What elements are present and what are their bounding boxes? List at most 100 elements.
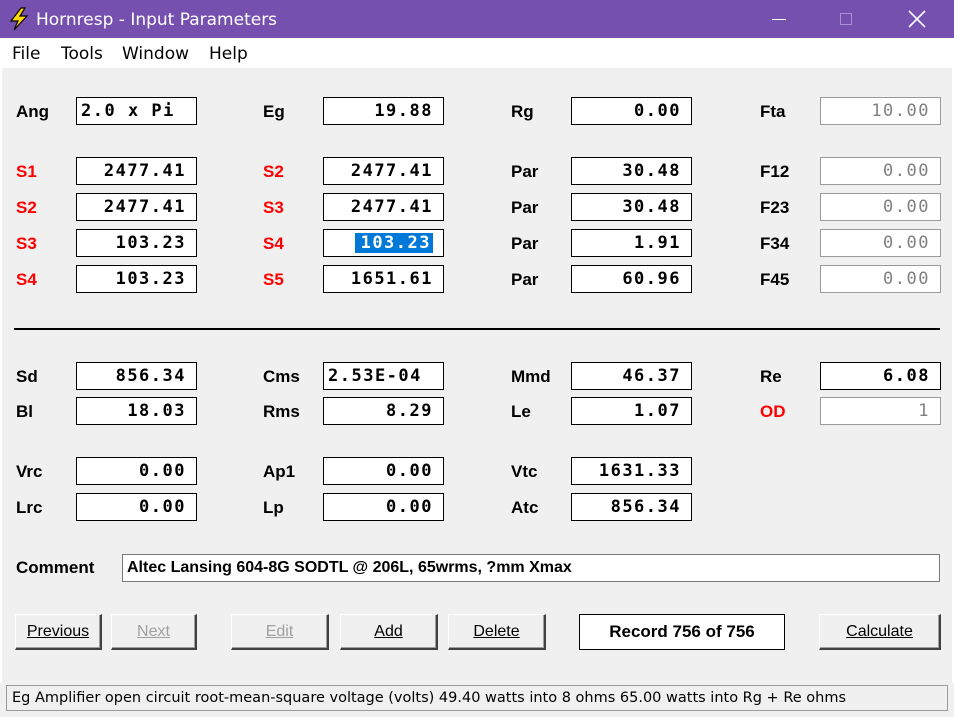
s2-field[interactable]: 2477.41 — [76, 193, 197, 221]
delete-label: Delete — [473, 623, 520, 640]
label-re: Re — [760, 367, 782, 386]
label-s3: S3 — [263, 198, 284, 217]
label-od: OD — [760, 402, 786, 421]
close-button[interactable] — [896, 0, 942, 38]
eg-field[interactable]: 19.88 — [323, 97, 444, 125]
separator-line — [14, 328, 940, 330]
s2-field[interactable]: 2477.41 — [323, 157, 444, 185]
s1-field[interactable]: 2477.41 — [76, 157, 197, 185]
status-text: Eg Amplifier open circuit root-mean-squa… — [6, 685, 948, 711]
label-s4: S4 — [263, 234, 284, 253]
next-label: Next — [137, 623, 170, 640]
vrc-field[interactable]: 0.00 — [76, 457, 197, 485]
s4-field-selected[interactable]: 103.23 — [323, 229, 444, 257]
status-bar: Eg Amplifier open circuit root-mean-squa… — [0, 683, 954, 717]
close-icon — [908, 10, 926, 28]
s5-field[interactable]: 1651.61 — [323, 265, 444, 293]
minimize-icon — [772, 19, 786, 20]
bl-field[interactable]: 18.03 — [76, 397, 197, 425]
s3-field[interactable]: 103.23 — [76, 229, 197, 257]
f45-field[interactable]: 0.00 — [820, 265, 941, 293]
menu-tools[interactable]: Tools — [61, 44, 103, 64]
label-s2: S2 — [263, 162, 284, 181]
menu-window[interactable]: Window — [122, 44, 189, 64]
window-title: Hornresp - Input Parameters — [36, 10, 278, 30]
label-mmd: Mmd — [511, 367, 551, 386]
label-s5: S5 — [263, 270, 284, 289]
rg-field[interactable]: 0.00 — [571, 97, 692, 125]
label-cms: Cms — [263, 367, 300, 386]
sd-field[interactable]: 856.34 — [76, 362, 197, 390]
s3-field[interactable]: 2477.41 — [323, 193, 444, 221]
label-ap1: Ap1 — [263, 462, 296, 481]
vtc-field[interactable]: 1631.33 — [571, 457, 692, 485]
fta-field[interactable]: 10.00 — [820, 97, 941, 125]
previous-button[interactable]: Previous — [15, 614, 102, 650]
ang-field[interactable]: 2.0 x Pi — [76, 97, 197, 125]
cms-field[interactable]: 2.53E-04 — [323, 362, 444, 390]
label-ang: Ang — [16, 102, 50, 121]
mmd-field[interactable]: 46.37 — [571, 362, 692, 390]
s4-field[interactable]: 103.23 — [76, 265, 197, 293]
label-s1: S1 — [16, 162, 37, 181]
edit-label: Edit — [265, 623, 294, 640]
le-field[interactable]: 1.07 — [571, 397, 692, 425]
label-bl: Bl — [16, 402, 33, 421]
calculate-label: Calculate — [846, 623, 913, 640]
next-button[interactable]: Next — [111, 614, 197, 650]
rms-field[interactable]: 8.29 — [323, 397, 444, 425]
atc-field[interactable]: 856.34 — [571, 493, 692, 521]
f34-field[interactable]: 0.00 — [820, 229, 941, 257]
label-par: Par — [511, 198, 539, 217]
par-field[interactable]: 60.96 — [571, 265, 692, 293]
label-s2: S2 — [16, 198, 37, 217]
comment-field[interactable]: Altec Lansing 604-8G SODTL @ 206L, 65wrm… — [122, 554, 940, 582]
menu-help[interactable]: Help — [209, 44, 248, 64]
label-f12: F12 — [760, 162, 790, 181]
od-field[interactable]: 1 — [820, 397, 941, 425]
label-le: Le — [511, 402, 531, 421]
label-f45: F45 — [760, 270, 790, 289]
lightning-bolt-icon — [9, 7, 29, 31]
maximize-button[interactable] — [824, 0, 870, 38]
record-indicator: Record 756 of 756 — [579, 614, 785, 650]
re-field[interactable]: 6.08 — [820, 362, 941, 390]
calculate-button[interactable]: Calculate — [819, 614, 941, 650]
label-par: Par — [511, 162, 539, 181]
label-eg: Eg — [263, 102, 285, 121]
par-field[interactable]: 1.91 — [571, 229, 692, 257]
label-sd: Sd — [16, 367, 38, 386]
par-field[interactable]: 30.48 — [571, 157, 692, 185]
label-lp: Lp — [263, 498, 284, 517]
label-f34: F34 — [760, 234, 790, 253]
label-rms: Rms — [263, 402, 300, 421]
label-vtc: Vtc — [511, 462, 538, 481]
label-comment: Comment — [16, 558, 95, 577]
menu-file[interactable]: File — [12, 44, 40, 64]
label-f23: F23 — [760, 198, 790, 217]
ap1-field[interactable]: 0.00 — [323, 457, 444, 485]
title-bar[interactable]: Hornresp - Input Parameters — [0, 0, 954, 38]
f12-field[interactable]: 0.00 — [820, 157, 941, 185]
label-par: Par — [511, 270, 539, 289]
minimize-button[interactable] — [756, 0, 802, 38]
label-fta: Fta — [760, 102, 786, 121]
label-atc: Atc — [511, 498, 539, 517]
lrc-field[interactable]: 0.00 — [76, 493, 197, 521]
delete-button[interactable]: Delete — [448, 614, 546, 650]
label-s4: S4 — [16, 270, 37, 289]
selected-text: 103.23 — [354, 233, 433, 253]
add-label: Add — [374, 623, 403, 640]
edit-button[interactable]: Edit — [231, 614, 329, 650]
label-lrc: Lrc — [16, 498, 43, 517]
previous-label: Previous — [26, 623, 90, 640]
label-s3: S3 — [16, 234, 37, 253]
f23-field[interactable]: 0.00 — [820, 193, 941, 221]
menu-bar: File Tools Window Help — [0, 38, 954, 68]
label-rg: Rg — [511, 102, 534, 121]
label-par: Par — [511, 234, 539, 253]
par-field[interactable]: 30.48 — [571, 193, 692, 221]
add-button[interactable]: Add — [340, 614, 438, 650]
maximize-icon — [840, 13, 852, 25]
lp-field[interactable]: 0.00 — [323, 493, 444, 521]
